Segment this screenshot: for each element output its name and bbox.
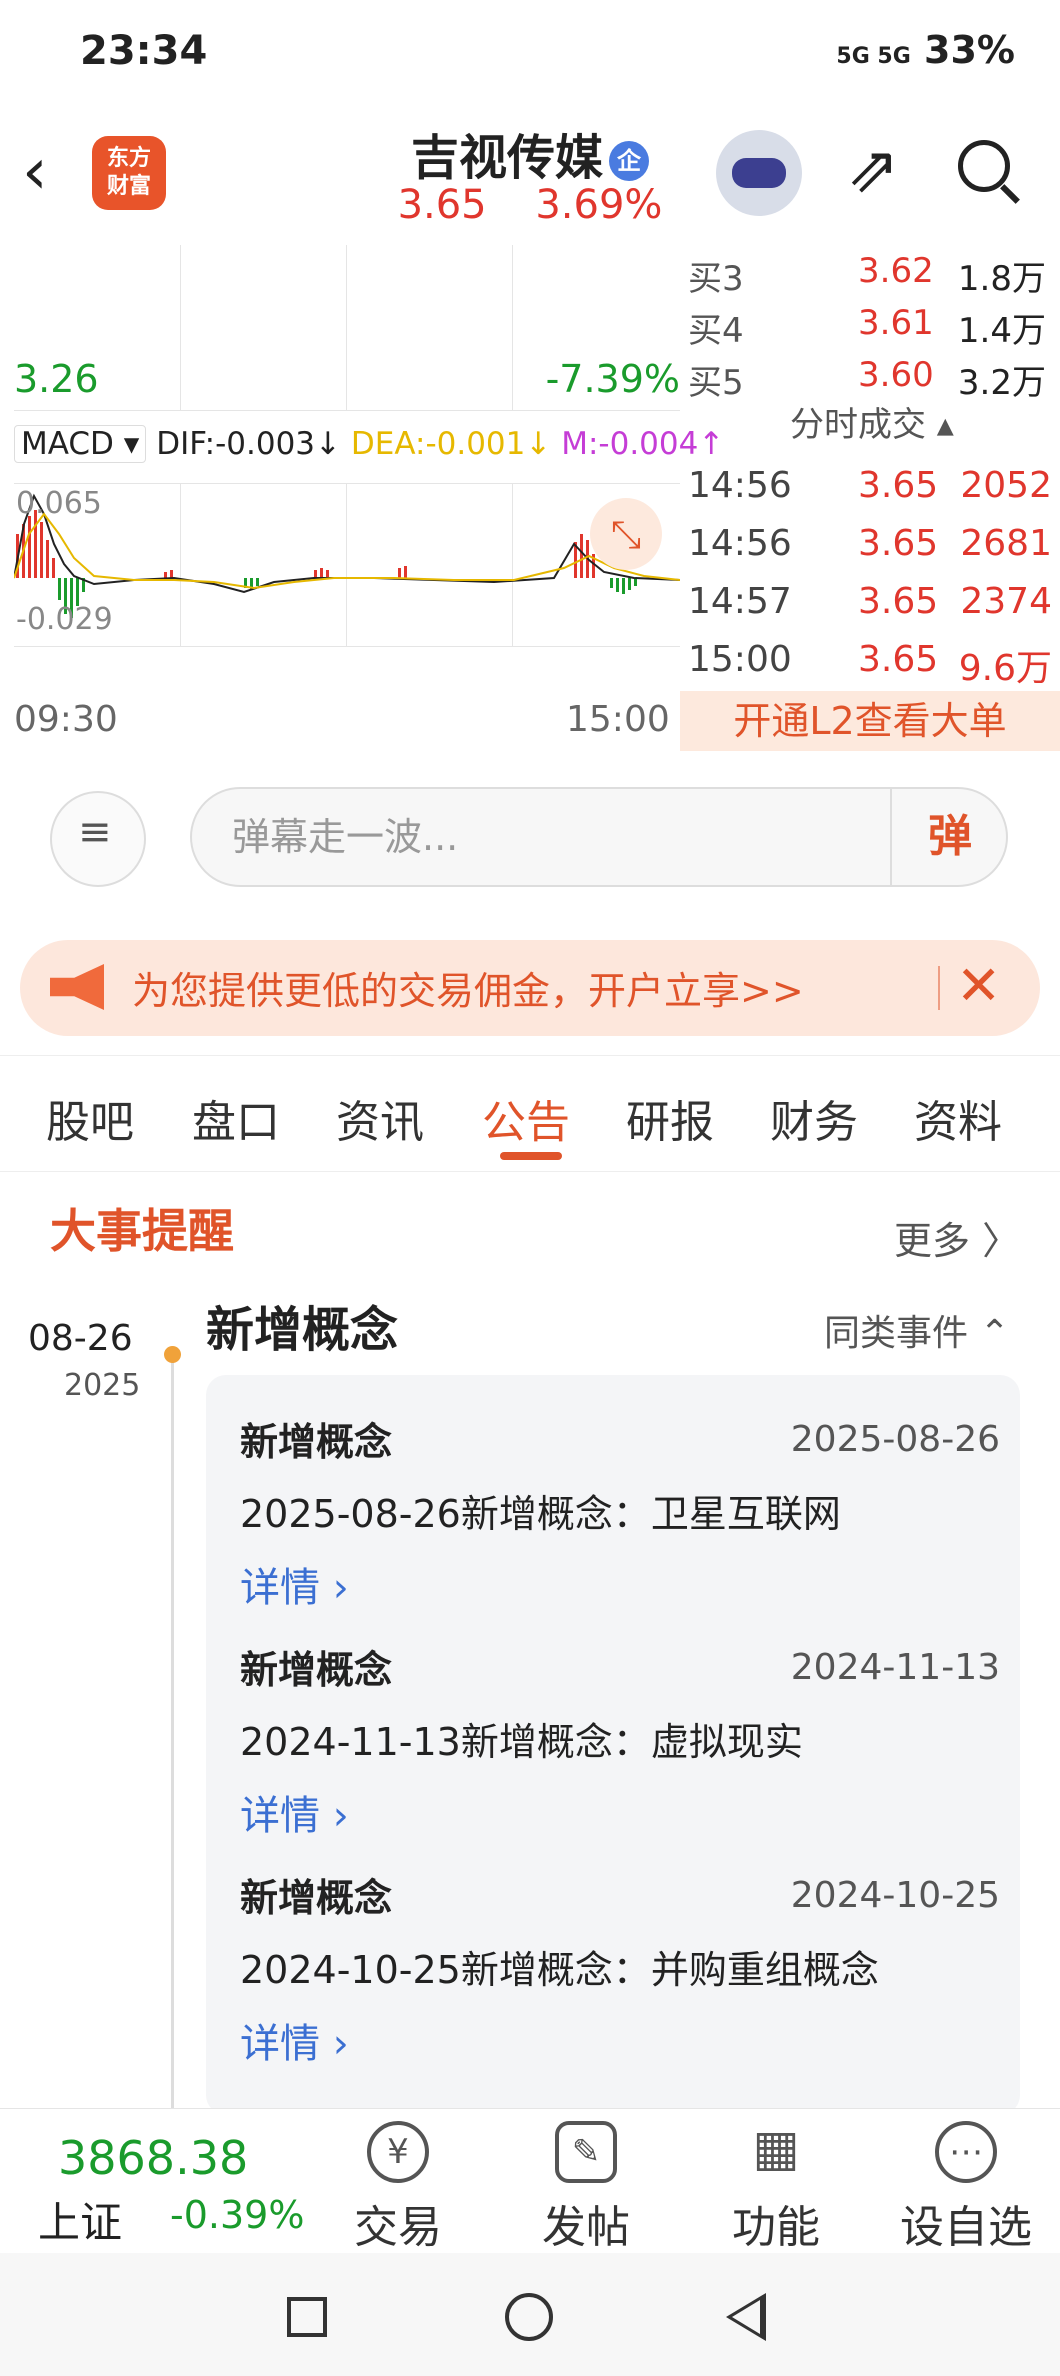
active-tab-indicator [500, 1152, 562, 1160]
macd-chart[interactable]: 0.065 -0.029 ⤡ [14, 483, 680, 647]
home-icon[interactable] [505, 2293, 553, 2341]
grid-icon: ▦ [752, 2119, 800, 2177]
danmu-input[interactable]: 弹幕走一波... [190, 787, 1008, 887]
events-title: 大事提醒 [50, 1204, 234, 1258]
events-more-link[interactable]: 更多 〉 [894, 1210, 1020, 1265]
search-icon[interactable] [958, 140, 1010, 192]
tab-finance[interactable]: 财务 [770, 1086, 858, 1150]
status-right: 5G 5G 33% [836, 28, 1015, 72]
time-start: 09:30 [14, 699, 118, 740]
ai-robot-icon[interactable] [716, 130, 802, 216]
index-name[interactable]: 上证 [38, 2189, 122, 2250]
promo-banner[interactable]: 为您提供更低的交易佣金，开户立享>> ✕ [20, 940, 1040, 1036]
promo-divider [938, 966, 940, 1010]
status-bar: 23:34 5G 5G 33% [0, 0, 1060, 110]
fenshi-title[interactable]: 分时成交 ▴ [790, 397, 954, 446]
tab-news[interactable]: 资讯 [336, 1086, 424, 1150]
l2-banner[interactable]: 开通L2查看大单 [680, 691, 1060, 751]
detail-link[interactable]: 详情 › [240, 1555, 349, 1613]
index-change[interactable]: -0.39% [170, 2193, 304, 2237]
stock-price: 3.65 [397, 182, 487, 228]
tab-announcements[interactable]: 公告 [482, 1086, 570, 1150]
event-card: 新增概念 2025-08-26 2025-08-26新增概念：卫星互联网 详情 … [206, 1375, 1020, 2115]
same-type-toggle[interactable]: 同类事件 ⌃ [824, 1304, 1010, 1356]
functions-button[interactable]: ▦ 功能 [706, 2121, 846, 2255]
detail-link[interactable]: 详情 › [240, 2011, 349, 2069]
trade-list: 14:56 3.65 2052 14:56 3.65 2681 14:57 3.65 237… [688, 457, 1060, 689]
tab-guba[interactable]: 股吧 [46, 1086, 134, 1150]
danmu-send-button[interactable]: 弹 [890, 789, 1008, 885]
back-nav-icon[interactable] [726, 2293, 766, 2341]
price-chart[interactable]: 3.26 -7.39% [14, 245, 680, 411]
macd-indicator-row: MACD ▾ DIF:-0.003↓ DEA:-0.001↓ M:-0.004↑ [14, 425, 724, 463]
stock-name: 吉视传媒企 [0, 118, 1060, 188]
stock-price-line: 3.65 3.69% [0, 182, 1060, 228]
index-value[interactable]: 3868.38 [58, 2131, 248, 2185]
macd-dea: DEA:-0.001↓ [350, 426, 552, 462]
trade-row: 14:56 3.65 2052 [688, 465, 1052, 506]
recent-apps-icon[interactable] [287, 2297, 327, 2337]
bottom-toolbar: 3868.38 上证 -0.39% ¥ 交易 ✎ 发帖 ▦ 功能 ⋯ 设自选 [0, 2108, 1060, 2254]
trade-row: 14:56 3.65 2681 [688, 523, 1052, 564]
share-icon[interactable]: ⇗ [846, 138, 900, 202]
system-nav-bar [0, 2253, 1060, 2376]
battery-level: 33% [924, 28, 1015, 72]
trade-button[interactable]: ¥ 交易 [328, 2121, 468, 2255]
order-book-row: 买5 3.60 3.2万 [688, 355, 1046, 403]
edit-icon: ✎ [555, 2121, 617, 2183]
stock-header: ‹ 东方 财富 吉视传媒企 3.65 3.69% ⇗ [0, 110, 1060, 245]
macd-bottom-value: -0.029 [16, 602, 113, 637]
time-end: 15:00 [566, 699, 670, 740]
danmu-bar: 弹幕走一波... 弹 [0, 755, 1060, 925]
stock-change-pct: 3.69% [535, 182, 663, 228]
more-icon: ⋯ [935, 2121, 997, 2183]
detail-link[interactable]: 详情 › [240, 1783, 349, 1841]
tab-pankou[interactable]: 盘口 [192, 1086, 280, 1150]
event-date: 08-26 [28, 1318, 133, 1359]
event-year: 2025 [64, 1368, 141, 1403]
add-watchlist-button[interactable]: ⋯ 设自选 [896, 2121, 1036, 2255]
order-book-row: 买4 3.61 1.4万 [688, 303, 1046, 351]
tab-profile[interactable]: 资料 [914, 1086, 1002, 1150]
concept-title: 新增概念 [206, 1302, 399, 1358]
megaphone-icon [50, 964, 104, 1010]
trade-row: 14:57 3.65 2374 [688, 581, 1052, 622]
close-icon[interactable]: ✕ [956, 954, 1001, 1017]
enterprise-badge: 企 [609, 141, 649, 181]
danmu-settings-icon[interactable] [50, 791, 146, 887]
macd-plot [14, 493, 680, 618]
order-book-row: 买3 3.62 1.8万 [688, 251, 1046, 299]
post-button[interactable]: ✎ 发帖 [516, 2121, 656, 2255]
trade-row: 15:00 3.65 9.6万 [688, 639, 1052, 689]
low-pct: -7.39% [545, 357, 680, 401]
macd-dif: DIF:-0.003↓ [156, 426, 342, 462]
signal-icon: 5G 5G [836, 44, 911, 69]
macd-top-value: 0.065 [16, 486, 102, 521]
order-book: 买3 3.62 1.8万 买4 3.61 1.4万 买5 3.60 3.2万 [688, 245, 1060, 403]
expand-icon[interactable]: ⤡ [590, 498, 662, 570]
macd-selector[interactable]: MACD ▾ [14, 425, 147, 463]
status-time: 23:34 [80, 28, 208, 74]
timeline-line [171, 1350, 174, 2110]
low-price: 3.26 [14, 357, 99, 401]
content-tabs: 股吧 盘口 资讯 公告 研报 财务 资料 [0, 1055, 1060, 1172]
timeline-dot [164, 1346, 181, 1363]
promo-text: 为您提供更低的交易佣金，开户立享>> [132, 969, 804, 1013]
yen-icon: ¥ [367, 2121, 429, 2183]
chart-area: 3.26 -7.39% MACD ▾ DIF:-0.003↓ DEA:-0.00… [0, 245, 1060, 755]
tab-research[interactable]: 研报 [626, 1086, 714, 1150]
